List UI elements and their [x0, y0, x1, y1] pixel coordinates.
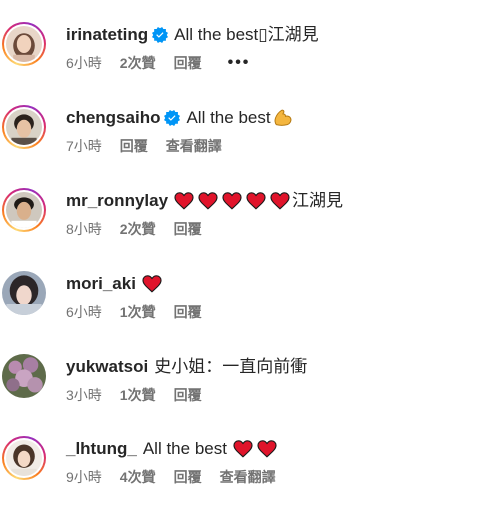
comment-item: chengsaiho All the best 7小時 回覆 查看翻譯 [0, 105, 503, 187]
username[interactable]: mori_aki [66, 273, 136, 295]
comment-line: chengsaiho All the best [66, 107, 293, 129]
red-heart-icon [174, 192, 194, 210]
red-heart-icon [270, 192, 290, 210]
comment-meta: 6小時 2次贊 回覆 ••• [66, 54, 250, 72]
timestamp: 9小時 [66, 469, 102, 485]
reply-button[interactable]: 回覆 [174, 303, 202, 321]
likes-count[interactable]: 4次贊 [120, 468, 156, 486]
avatar[interactable] [2, 436, 46, 480]
username[interactable]: irinateting [66, 24, 148, 46]
comment-line: yukwatsoi 史小姐：一直向前衝 [66, 356, 307, 378]
avatar-photo [2, 271, 46, 315]
avatar-photo [6, 109, 42, 145]
timestamp: 7小時 [66, 138, 102, 154]
reply-button[interactable]: 回覆 [174, 54, 202, 72]
comment-meta: 7小時 回覆 查看翻譯 [66, 137, 222, 155]
timestamp: 3小時 [66, 387, 102, 403]
username[interactable]: mr_ronnylay [66, 190, 168, 212]
likes-count[interactable]: 1次贊 [120, 303, 156, 321]
flexed-biceps-icon [273, 108, 293, 128]
avatar[interactable] [2, 354, 46, 398]
comment-meta: 6小時 1次贊 回覆 [66, 303, 202, 321]
avatar-photo [6, 440, 42, 476]
comment-meta: 8小時 2次贊 回覆 [66, 220, 202, 238]
comment-text: All the best [186, 108, 271, 127]
comment-line: mr_ronnylay 江湖見 [66, 190, 343, 212]
red-heart-icon [222, 192, 242, 210]
avatar[interactable] [2, 271, 46, 315]
reply-button[interactable]: 回覆 [120, 137, 148, 155]
avatar-photo [2, 354, 46, 398]
comment-line: mori_aki [66, 273, 162, 295]
comment-text: All the best▯江湖見 [174, 25, 319, 44]
comment-item: _lhtung_ All the best 9小時 4次贊 回覆 查看翻譯 [0, 436, 503, 518]
timestamp: 6小時 [66, 304, 102, 320]
see-translation-button[interactable]: 查看翻譯 [220, 468, 276, 486]
red-heart-icon [257, 440, 277, 458]
comment-text: All the best [142, 439, 227, 458]
red-heart-icon [142, 275, 162, 293]
username[interactable]: _lhtung_ [66, 438, 137, 460]
verified-badge-icon [164, 110, 180, 126]
hearts-group [233, 440, 277, 458]
red-heart-icon [233, 440, 253, 458]
reply-button[interactable]: 回覆 [174, 220, 202, 238]
avatar[interactable] [2, 188, 46, 232]
comment-line: _lhtung_ All the best [66, 438, 277, 460]
reply-button[interactable]: 回覆 [174, 386, 202, 404]
see-translation-button[interactable]: 查看翻譯 [166, 137, 222, 155]
red-heart-icon [198, 192, 218, 210]
comment-item: irinateting All the best▯江湖見 6小時 2次贊 回覆 … [0, 22, 503, 104]
comment-line: irinateting All the best▯江湖見 [66, 24, 319, 46]
comment-text: 史小姐：一直向前衝 [154, 357, 308, 376]
timestamp: 8小時 [66, 221, 102, 237]
likes-count[interactable]: 1次贊 [120, 386, 156, 404]
avatar-photo [6, 192, 42, 228]
comment-text: 江湖見 [292, 191, 344, 210]
username[interactable]: yukwatsoi [66, 356, 148, 378]
verified-badge-icon [152, 27, 168, 43]
comment-meta: 3小時 1次贊 回覆 [66, 386, 202, 404]
avatar[interactable] [2, 105, 46, 149]
hearts-group [142, 275, 162, 293]
comment-item: mori_aki 6小時 1次贊 回覆 [0, 271, 503, 353]
red-heart-icon [246, 192, 266, 210]
avatar-photo [6, 26, 42, 62]
username[interactable]: chengsaiho [66, 107, 160, 129]
avatar[interactable] [2, 22, 46, 66]
comment-item: mr_ronnylay 江湖見 8小時 2次贊 回覆 [0, 188, 503, 270]
likes-count[interactable]: 2次贊 [120, 220, 156, 238]
comment-meta: 9小時 4次贊 回覆 查看翻譯 [66, 468, 276, 486]
more-options-icon[interactable]: ••• [228, 54, 251, 72]
timestamp: 6小時 [66, 55, 102, 71]
hearts-group [174, 192, 290, 210]
reply-button[interactable]: 回覆 [174, 468, 202, 486]
likes-count[interactable]: 2次贊 [120, 54, 156, 72]
comment-item: yukwatsoi 史小姐：一直向前衝 3小時 1次贊 回覆 [0, 354, 503, 436]
